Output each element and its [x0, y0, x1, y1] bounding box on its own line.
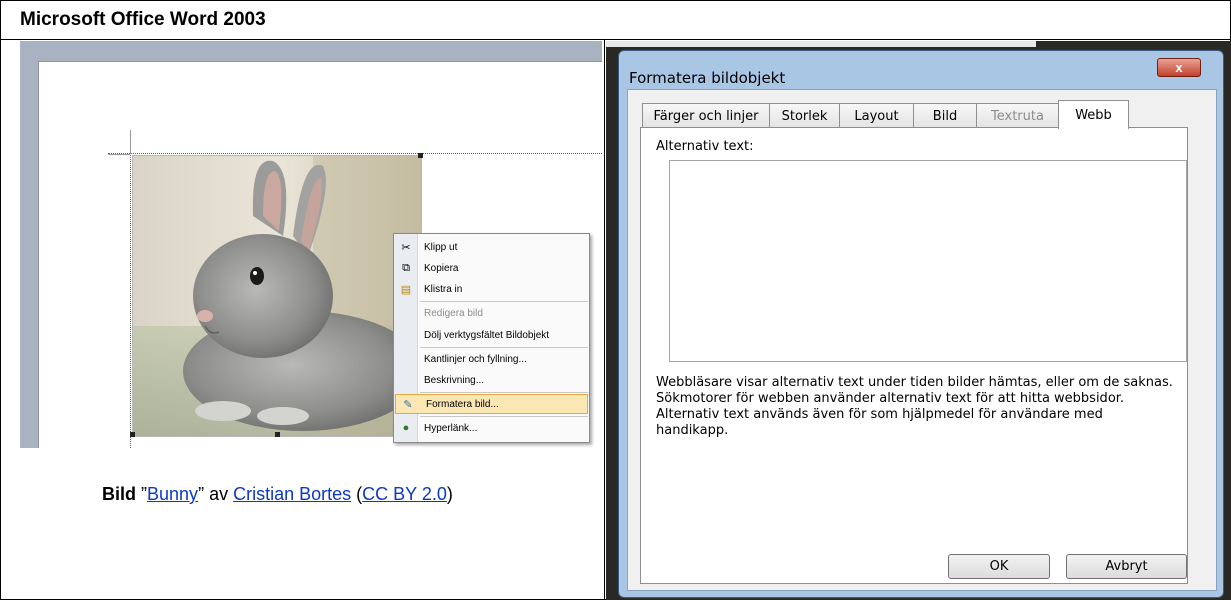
alt-text-description: Webbläsare visar alternativ text under t… [656, 375, 1173, 438]
menu-item-format-picture[interactable]: ✎ Formatera bild... [395, 394, 588, 414]
dialog-title: Formatera bildobjekt [629, 69, 786, 87]
table-header: Microsoft Office Word 2003 [0, 0, 1231, 40]
menu-item-hide-picture-toolbar[interactable]: Dölj verktygsfältet Bildobjekt [394, 325, 589, 345]
bunny-link[interactable]: Bunny [147, 484, 198, 504]
caption-bold: Bild [102, 484, 136, 504]
crop-mark-horizontal [108, 154, 130, 155]
menu-item-hyperlink[interactable]: ● Hyperlänk... [394, 418, 589, 438]
close-button[interactable]: x [1157, 58, 1201, 77]
globe-link-icon: ● [402, 422, 410, 434]
format-picture-dialog: Formatera bildobjekt x Färger och linjer… [618, 50, 1224, 598]
menu-separator [420, 392, 588, 393]
copy-icon: ⧉ [402, 261, 410, 274]
close-icon: x [1175, 60, 1183, 75]
ok-button[interactable]: OK [948, 554, 1050, 579]
author-link[interactable]: Cristian Bortes [233, 484, 351, 504]
column-divider [604, 40, 605, 600]
paren-close: ) [446, 484, 453, 504]
web-tab-panel: Alternativ text: Webbläsare visar altern… [640, 127, 1188, 584]
tab-layout[interactable]: Layout [839, 103, 914, 128]
resize-handle-top-right[interactable] [418, 153, 423, 158]
license-link[interactable]: CC BY 2.0 [362, 484, 447, 504]
menu-item-borders-shading[interactable]: Kantlinjer och fyllning... [394, 349, 589, 369]
caption-by: av [209, 484, 229, 504]
alt-text-label: Alternativ text: [656, 139, 754, 154]
menu-item-copy[interactable]: ⧉ Kopiera [394, 258, 589, 278]
context-menu: ✂ Klipp ut ⧉ Kopiera ▤ Klistra in Redige… [393, 233, 590, 443]
menu-item-cut[interactable]: ✂ Klipp ut [394, 237, 589, 257]
document-left-margin [20, 41, 38, 448]
tab-colors-and-lines[interactable]: Färger och linjer [642, 103, 770, 128]
tab-picture[interactable]: Bild [913, 103, 977, 128]
dialog-body: Färger och linjer Storlek Layout Bild Te… [627, 89, 1217, 591]
quote-close: ” [198, 484, 205, 504]
format-picture-icon: ✎ [403, 398, 413, 411]
crop-mark-vertical [130, 130, 131, 154]
text-boundary-vertical [130, 130, 131, 448]
tab-text-box: Textruta [976, 103, 1059, 128]
menu-separator [420, 301, 588, 302]
resize-handle-bottom-left[interactable] [130, 432, 135, 437]
cancel-button[interactable]: Avbryt [1066, 554, 1187, 579]
tab-size[interactable]: Storlek [769, 103, 840, 128]
document-top-margin [20, 41, 602, 61]
resize-handle-bottom-middle[interactable] [275, 432, 280, 437]
menu-separator [420, 416, 588, 417]
background-window-edge [606, 41, 1036, 47]
menu-separator [420, 347, 588, 348]
paste-icon: ▤ [400, 283, 412, 296]
scissors-icon: ✂ [401, 241, 411, 254]
menu-item-caption[interactable]: Beskrivning... [394, 370, 589, 390]
menu-item-paste[interactable]: ▤ Klistra in [394, 279, 589, 299]
menu-item-edit-picture: Redigera bild [424, 307, 483, 319]
text-boundary-horizontal [108, 153, 602, 154]
tab-web[interactable]: Webb [1058, 100, 1129, 129]
image-attribution: Bild ”Bunny” av Cristian Bortes (CC BY 2… [0, 484, 604, 505]
bunny-picture[interactable] [132, 155, 422, 437]
alt-text-field[interactable] [669, 160, 1187, 362]
